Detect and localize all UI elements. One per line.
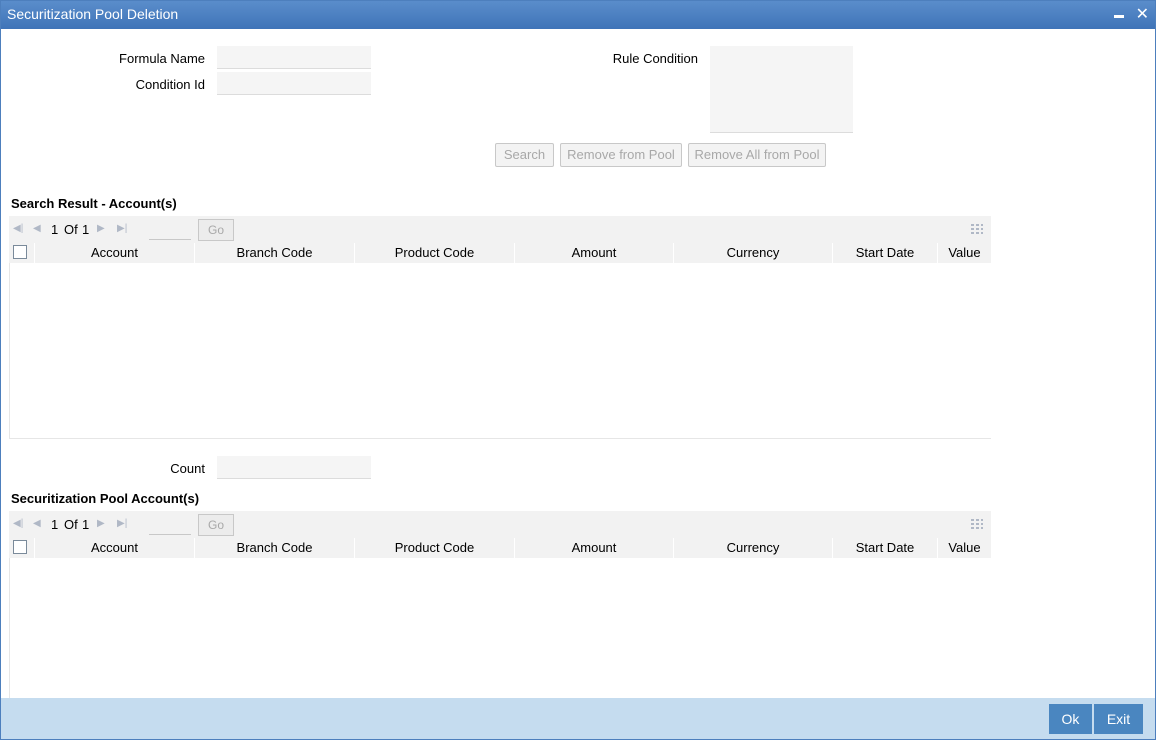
pool-accounts-header: Account Branch Code Product Code Amount … [9,538,991,558]
column-header[interactable]: Account [35,538,195,558]
column-header[interactable]: Branch Code [195,243,355,263]
select-all-checkbox[interactable] [13,245,27,259]
columns-icon[interactable] [971,519,983,530]
search-result-title: Search Result - Account(s) [11,196,177,211]
columns-icon[interactable] [971,224,983,235]
search-result-grid: ◀| ◀ 1 Of 1 ▶ ▶| Go Account Branch Code … [9,216,991,440]
footer-bar: Ok Exit [1,698,1155,739]
go-button[interactable]: Go [198,219,234,241]
rule-condition-label: Rule Condition [612,51,698,66]
minimize-icon[interactable] [1113,14,1124,18]
select-all-cell [9,243,35,263]
column-header[interactable]: Product Code [355,243,515,263]
pool-accounts-grid: ◀| ◀ 1 Of 1 ▶ ▶| Go Account Branch Code … [9,511,991,698]
search-result-pager: ◀| ◀ 1 Of 1 ▶ ▶| Go [9,216,991,243]
column-header[interactable]: Product Code [355,538,515,558]
page-of: Of [64,517,78,532]
search-button[interactable]: Search [495,143,554,167]
page-current: 1 [51,517,59,532]
dialog-window: Securitization Pool Deletion ✕ Formula N… [0,0,1156,740]
remove-all-from-pool-button[interactable]: Remove All from Pool [688,143,826,167]
go-button[interactable]: Go [198,514,234,536]
prev-page-icon[interactable]: ◀ [33,519,41,529]
column-header[interactable]: Amount [515,538,674,558]
column-header[interactable]: Branch Code [195,538,355,558]
page-jump-input[interactable] [149,220,191,240]
search-result-header: Account Branch Code Product Code Amount … [9,243,991,263]
window-title: Securitization Pool Deletion [7,6,179,22]
page-jump-input[interactable] [149,515,191,535]
count-label: Count [170,461,205,476]
last-page-icon[interactable]: ▶| [117,519,127,529]
page-total: 1 [82,222,90,237]
exit-button[interactable]: Exit [1094,704,1143,734]
pool-accounts-pager: ◀| ◀ 1 Of 1 ▶ ▶| Go [9,511,991,538]
column-header[interactable]: Currency [674,243,833,263]
ok-button[interactable]: Ok [1049,704,1092,734]
prev-page-icon[interactable]: ◀ [33,224,41,234]
condition-id-field[interactable] [217,72,371,95]
last-page-icon[interactable]: ▶| [117,224,127,234]
column-header[interactable]: Start Date [833,243,938,263]
page-of: Of [64,222,78,237]
page-total: 1 [82,517,90,532]
formula-name-field[interactable] [217,46,371,69]
remove-from-pool-button[interactable]: Remove from Pool [560,143,682,167]
column-header[interactable]: Amount [515,243,674,263]
select-all-checkbox[interactable] [13,540,27,554]
first-page-icon[interactable]: ◀| [13,519,23,529]
rule-condition-field[interactable] [710,46,853,133]
condition-id-label: Condition Id [135,77,205,92]
column-header[interactable]: Value [938,538,991,558]
column-header[interactable]: Currency [674,538,833,558]
select-all-cell [9,538,35,558]
column-header[interactable]: Start Date [833,538,938,558]
search-result-body [9,263,991,439]
count-field [217,456,371,479]
column-header[interactable]: Account [35,243,195,263]
first-page-icon[interactable]: ◀| [13,224,23,234]
pool-accounts-title: Securitization Pool Account(s) [11,491,200,506]
next-page-icon[interactable]: ▶ [97,224,105,234]
close-icon[interactable]: ✕ [1136,7,1149,23]
page-current: 1 [51,222,59,237]
formula-name-label: Formula Name [119,51,205,66]
pool-accounts-body [9,558,991,698]
title-bar: Securitization Pool Deletion ✕ [1,1,1155,29]
next-page-icon[interactable]: ▶ [97,519,105,529]
column-header[interactable]: Value [938,243,991,263]
